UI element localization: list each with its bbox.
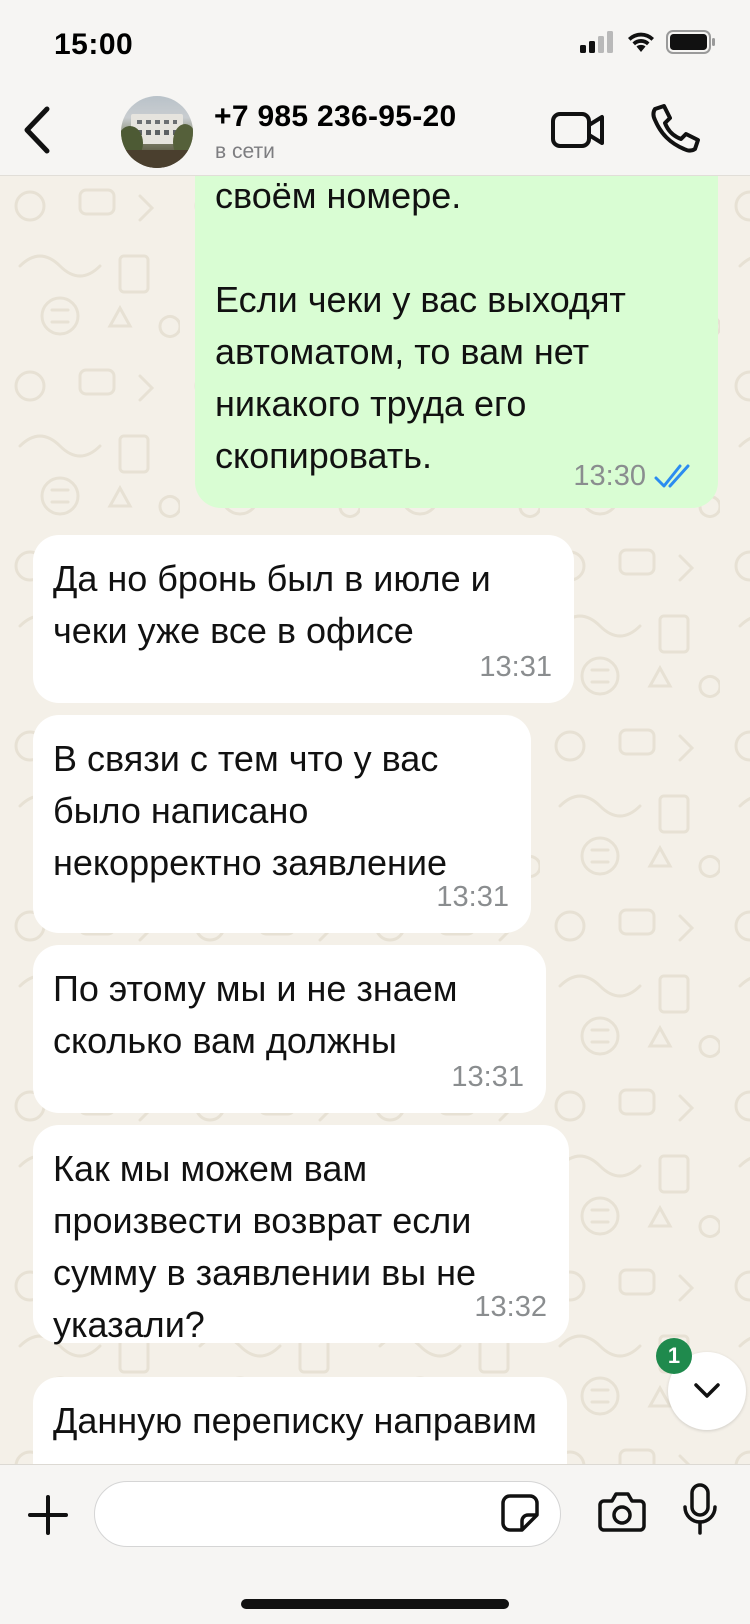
- message-time: 13:31: [479, 651, 552, 683]
- message-incoming[interactable]: Как мы можем вам произвести возврат если…: [33, 1125, 569, 1345]
- status-time: 15:00: [54, 28, 134, 61]
- message-time: 13:31: [451, 1061, 524, 1093]
- status-bar: 15:00: [0, 0, 750, 90]
- chevron-down-icon: [694, 1383, 720, 1398]
- contact-avatar[interactable]: [121, 96, 193, 168]
- back-button[interactable]: [12, 100, 62, 160]
- voice-call-button[interactable]: [650, 102, 702, 154]
- message-incoming[interactable]: Да но бронь был в июле и чеки уже все в …: [33, 535, 574, 703]
- home-indicator[interactable]: [241, 1599, 509, 1609]
- phone-icon: [651, 104, 700, 153]
- message-incoming[interactable]: По этому мы и не знаем сколько вам должн…: [33, 945, 546, 1113]
- contact-status: в сети: [215, 140, 275, 163]
- video-call-button[interactable]: [550, 108, 606, 152]
- microphone-button[interactable]: [682, 1483, 718, 1537]
- read-double-check-icon: [654, 464, 690, 488]
- battery-icon: [666, 30, 715, 54]
- contact-name[interactable]: +7 985 236-95-20: [214, 100, 457, 134]
- video-camera-icon: [551, 112, 604, 148]
- sticker-button[interactable]: [500, 1493, 540, 1533]
- message-meta: 13:31: [479, 641, 552, 693]
- message-text: своём номере. Если чеки у вас выходят ав…: [215, 176, 626, 476]
- sticker-icon: [501, 1494, 539, 1532]
- chat-header: +7 985 236-95-20 в сети: [0, 90, 750, 176]
- attach-button[interactable]: [26, 1493, 70, 1537]
- message-text: Да но бронь был в июле и чеки уже все в …: [53, 558, 491, 651]
- chat-area[interactable]: своём номере. Если чеки у вас выходят ав…: [0, 176, 750, 1464]
- message-time: 13:30: [573, 460, 646, 492]
- message-incoming[interactable]: Данную переписку направим в поддержку: [33, 1377, 567, 1464]
- camera-button[interactable]: [598, 1489, 646, 1533]
- status-icons: [580, 30, 716, 54]
- microphone-icon: [683, 1483, 717, 1535]
- chevron-left-icon: [24, 106, 50, 154]
- message-outgoing[interactable]: своём номере. Если чеки у вас выходят ав…: [195, 176, 718, 508]
- message-meta: 13:31: [451, 1051, 524, 1103]
- message-composer: [0, 1464, 750, 1624]
- camera-icon: [598, 1492, 646, 1532]
- cellular-signal-icon: [580, 31, 613, 53]
- unread-count-badge: 1: [656, 1338, 692, 1374]
- message-input[interactable]: [94, 1481, 561, 1547]
- message-text: Данную переписку направим в поддержку: [53, 1400, 537, 1464]
- wifi-icon: [628, 32, 654, 52]
- message-meta: 13:32: [474, 1281, 547, 1333]
- message-text: Как мы можем вам произвести возврат если…: [53, 1148, 476, 1345]
- message-meta: 13:31: [436, 871, 509, 923]
- message-time: 13:32: [474, 1291, 547, 1323]
- message-time: 13:31: [436, 881, 509, 913]
- plus-icon: [28, 1495, 68, 1535]
- message-text: В связи с тем что у вас было написано не…: [53, 738, 448, 883]
- message-incoming[interactable]: В связи с тем что у вас было написано не…: [33, 715, 531, 933]
- message-meta: 13:30: [573, 450, 696, 502]
